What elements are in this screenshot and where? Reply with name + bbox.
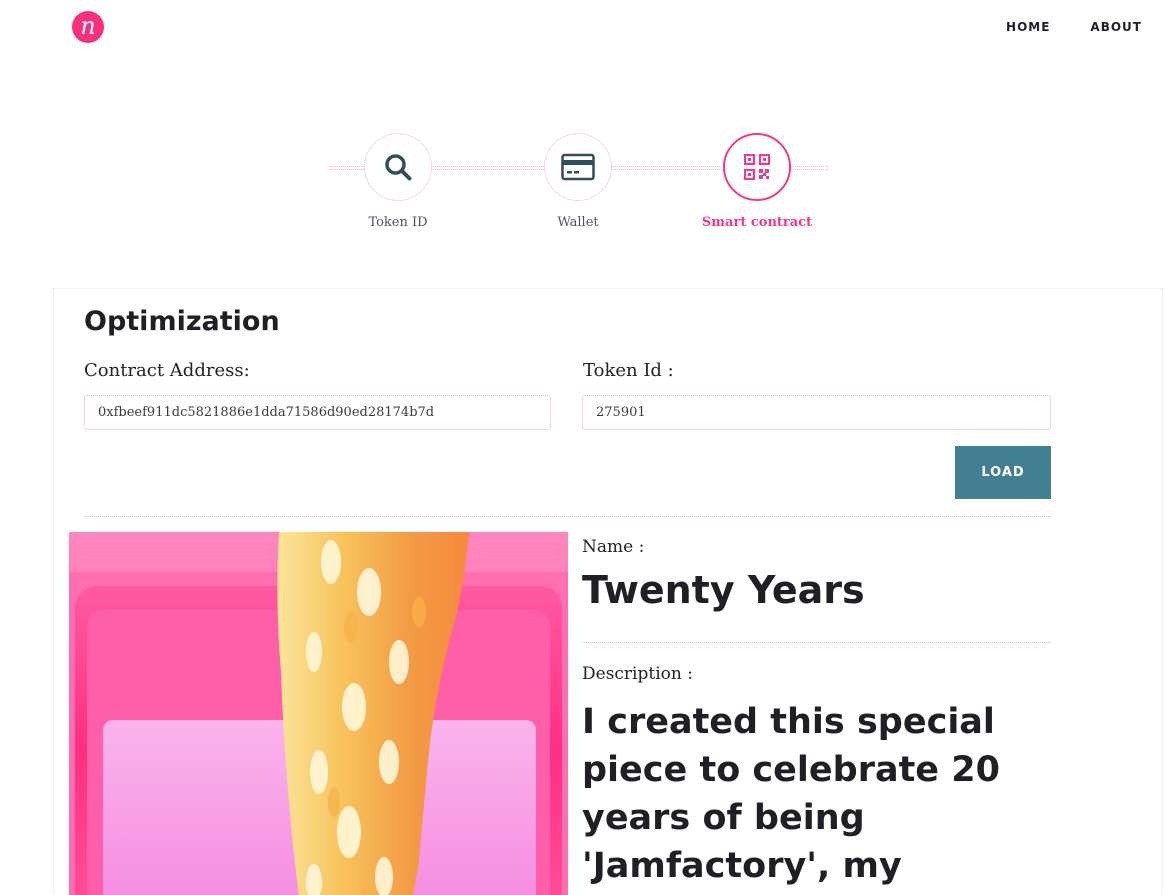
details-divider bbox=[582, 642, 1051, 643]
step-token-id-circle bbox=[364, 133, 432, 201]
step-wallet[interactable]: Wallet bbox=[513, 133, 643, 230]
step-wallet-label: Wallet bbox=[557, 215, 599, 230]
token-description: I created this special piece to celebrat… bbox=[582, 702, 1000, 886]
top-nav: HOME ABOUT bbox=[1006, 20, 1142, 34]
nav-home-link[interactable]: HOME bbox=[1006, 20, 1050, 34]
logo[interactable]: n bbox=[72, 11, 104, 43]
nft-artwork-image bbox=[69, 532, 568, 895]
step-token-id-label: Token ID bbox=[368, 215, 428, 230]
token-id-label: Token Id : bbox=[583, 360, 674, 381]
name-label: Name : bbox=[582, 537, 645, 557]
credit-card-icon bbox=[561, 153, 595, 181]
qr-code-icon bbox=[744, 154, 770, 180]
form-divider bbox=[84, 516, 1051, 517]
contract-address-label: Contract Address: bbox=[84, 360, 250, 381]
search-icon bbox=[385, 154, 412, 181]
load-button[interactable]: LOAD bbox=[955, 446, 1051, 499]
description-label: Description : bbox=[582, 664, 693, 684]
page-title: Optimization bbox=[84, 306, 280, 337]
step-smart-contract-label: Smart contract bbox=[701, 215, 813, 230]
step-wallet-circle bbox=[544, 133, 612, 201]
step-token-id[interactable]: Token ID bbox=[333, 133, 463, 230]
nav-about-link[interactable]: ABOUT bbox=[1090, 20, 1142, 34]
contract-address-input[interactable] bbox=[84, 395, 551, 430]
step-smart-contract-circle bbox=[723, 133, 791, 201]
step-smart-contract[interactable]: Smart contract bbox=[692, 133, 822, 230]
token-name: Twenty Years bbox=[582, 568, 865, 612]
token-id-input[interactable] bbox=[582, 395, 1051, 430]
progress-stepper: Token ID Wallet Smart contract bbox=[330, 133, 828, 243]
